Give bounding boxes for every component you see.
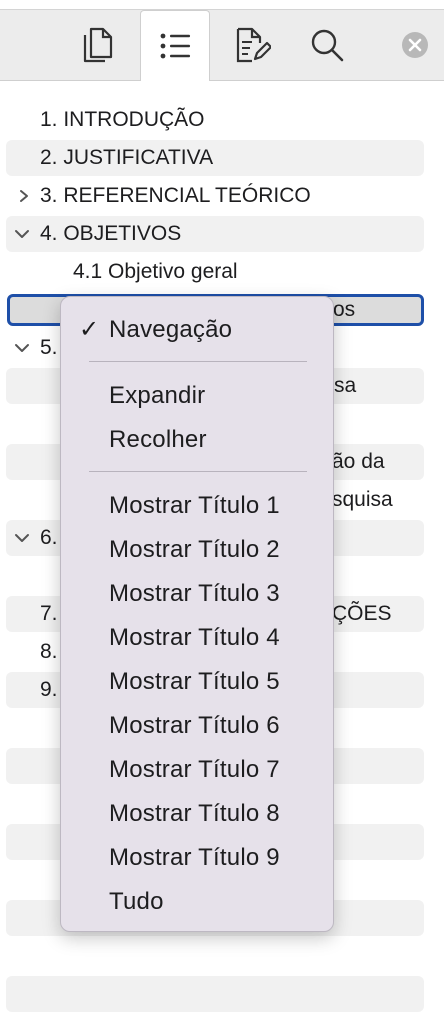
checkmark-icon: ✓ bbox=[79, 316, 100, 343]
outline-item-label: 5. bbox=[40, 336, 58, 359]
disclosure-chevron-down-icon[interactable] bbox=[12, 330, 32, 366]
outline-item-label: ão da bbox=[332, 450, 385, 473]
outline-item-label: 8. bbox=[40, 640, 58, 663]
outline-item-label: 9. bbox=[40, 678, 58, 701]
list-icon bbox=[160, 33, 190, 59]
outline-item-label: 6. bbox=[40, 526, 58, 549]
menu-item-mostrar-titulo-9[interactable]: Mostrar Título 9 bbox=[109, 843, 280, 873]
row-stripe bbox=[6, 976, 424, 1012]
tab-search[interactable] bbox=[292, 10, 362, 80]
menu-item-mostrar-titulo-4[interactable]: Mostrar Título 4 bbox=[109, 623, 280, 653]
menu-item-mostrar-titulo-7[interactable]: Mostrar Título 7 bbox=[109, 755, 280, 785]
menu-item-mostrar-titulo-5[interactable]: Mostrar Título 5 bbox=[109, 667, 280, 697]
outline-item-label: 2. JUSTIFICATIVA bbox=[40, 146, 214, 169]
outline-item-label: os bbox=[333, 298, 356, 321]
pages-icon bbox=[83, 27, 113, 63]
outline-item-label: squisa bbox=[332, 488, 393, 511]
menu-item-mostrar-titulo-6[interactable]: Mostrar Título 6 bbox=[109, 711, 280, 741]
outline-item[interactable]: 1. INTRODUÇÃO bbox=[6, 102, 424, 138]
menu-item-recolher[interactable]: Recolher bbox=[109, 425, 207, 455]
outline-item-label: sa bbox=[334, 374, 357, 397]
outline-item-label: 4.1 Objetivo geral bbox=[73, 260, 238, 283]
outline-item[interactable]: 3. REFERENCIAL TEÓRICO bbox=[6, 178, 424, 214]
close-sidebar-button[interactable] bbox=[402, 32, 428, 58]
tab-review[interactable] bbox=[216, 10, 286, 80]
menu-item-mostrar-titulo-2[interactable]: Mostrar Título 2 bbox=[109, 535, 280, 565]
menu-item-expandir[interactable]: Expandir bbox=[109, 381, 205, 411]
outline-item[interactable]: 2. JUSTIFICATIVA bbox=[6, 140, 424, 176]
menu-item-mostrar-titulo-1[interactable]: Mostrar Título 1 bbox=[109, 491, 280, 521]
tab-thumbnails[interactable] bbox=[62, 10, 132, 80]
outline-item-label: 3. REFERENCIAL TEÓRICO bbox=[40, 184, 311, 207]
disclosure-chevron-down-icon[interactable] bbox=[12, 520, 32, 556]
window-top-edge bbox=[0, 0, 444, 10]
outline-item-label: 7. bbox=[40, 602, 58, 625]
outline-item-label-suffix: ÇÕES bbox=[332, 602, 392, 625]
menu-item-tudo[interactable]: Tudo bbox=[109, 887, 164, 917]
outline-item[interactable]: 4.1 Objetivo geral bbox=[6, 254, 424, 290]
search-icon bbox=[311, 29, 344, 62]
menu-separator bbox=[89, 471, 307, 472]
tab-navigation[interactable] bbox=[140, 10, 210, 81]
sidebar-toolbar bbox=[0, 10, 444, 81]
menu-item-mostrar-titulo-8[interactable]: Mostrar Título 8 bbox=[109, 799, 280, 829]
outline-item[interactable]: 4. OBJETIVOS bbox=[6, 216, 424, 252]
outline-item-label: 1. INTRODUÇÃO bbox=[40, 108, 205, 131]
outline-item-label: 4. OBJETIVOS bbox=[40, 222, 182, 245]
menu-item-mostrar-titulo-3[interactable]: Mostrar Título 3 bbox=[109, 579, 280, 609]
close-icon bbox=[408, 38, 422, 52]
menu-separator bbox=[89, 361, 307, 362]
disclosure-chevron-right-icon[interactable] bbox=[14, 178, 34, 214]
menu-item-navegacao[interactable]: Navegação bbox=[109, 315, 232, 345]
disclosure-chevron-down-icon[interactable] bbox=[12, 216, 32, 252]
outline-context-menu: ✓ Navegação Expandir Recolher Mostrar Tí… bbox=[60, 296, 334, 932]
edit-document-icon bbox=[236, 27, 271, 63]
